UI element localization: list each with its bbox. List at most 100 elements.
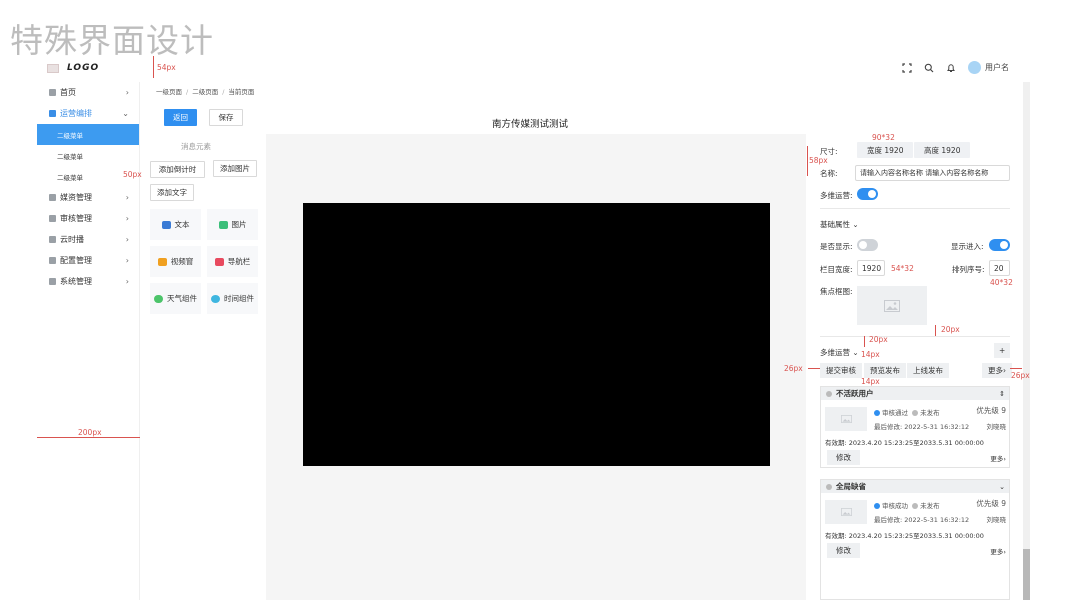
annotation-line <box>808 368 820 369</box>
online-publish-button[interactable]: 上线发布 <box>907 363 949 378</box>
annotation-20px-a: 20px <box>941 325 960 334</box>
card-thumbnail <box>825 500 867 524</box>
name-label: 名称: <box>820 169 838 178</box>
search-icon[interactable] <box>924 63 934 73</box>
canvas-screen[interactable] <box>303 203 770 466</box>
sidebar-item-review[interactable]: 审核管理 › <box>37 208 139 229</box>
breadcrumb-item[interactable]: 一级页面 <box>156 88 182 96</box>
clock-icon <box>211 294 220 303</box>
width-tag[interactable]: 宽度 1920 <box>857 142 914 158</box>
sidebar-item-label: 审核管理 <box>60 214 92 223</box>
annotation-26px-b: 26px <box>1011 371 1030 380</box>
sidebar-item-config[interactable]: 配置管理 › <box>37 250 139 271</box>
order-input[interactable]: 20 <box>989 260 1010 276</box>
more-label: 更多 <box>988 366 1003 375</box>
card-title: 不活跃用户 <box>836 389 874 398</box>
review-status: 审核通过 <box>882 409 908 417</box>
basic-attr-toggle[interactable]: 基础属性 ⌄ <box>820 219 859 230</box>
sidebar-subitem-2[interactable]: 二级菜单 <box>37 145 139 166</box>
component-label: 文本 <box>174 220 190 229</box>
user-menu[interactable]: 用户名 <box>968 61 1009 74</box>
fullscreen-icon[interactable] <box>902 62 912 73</box>
more-button[interactable]: 更多 › <box>982 363 1012 378</box>
add-button[interactable]: + <box>994 343 1011 358</box>
edit-button[interactable]: 修改 <box>827 543 860 558</box>
author: 刘晓晓 <box>986 516 1007 524</box>
review-status: 审核成功 <box>882 502 908 510</box>
sidebar-item-media[interactable]: 媒资管理 › <box>37 187 139 208</box>
add-text-button[interactable]: 添加文字 <box>150 184 194 201</box>
annotation-200px: 200px <box>78 428 102 437</box>
component-weather[interactable]: 天气组件 <box>150 283 201 314</box>
bell-icon[interactable] <box>946 63 956 73</box>
preview-publish-button[interactable]: 预览发布 <box>864 363 906 378</box>
component-label: 导航栏 <box>227 257 251 266</box>
scrollbar-thumb[interactable] <box>1023 549 1030 600</box>
add-countdown-button[interactable]: 添加倒计时 <box>150 161 205 178</box>
is-show-switch[interactable] <box>857 239 878 251</box>
annotation-line <box>153 56 154 78</box>
chevron-right-icon: › <box>125 193 129 202</box>
sidebar-item-system[interactable]: 系统管理 › <box>37 271 139 292</box>
section-label: 消息元素 <box>181 142 211 151</box>
scrollbar-track[interactable] <box>1023 82 1030 600</box>
card-header[interactable]: 全局缺省 ⌄ <box>821 480 1009 493</box>
author: 刘晓晓 <box>986 423 1007 431</box>
submit-review-button[interactable]: 提交审核 <box>820 363 862 378</box>
chevron-down-icon[interactable]: ⌄ <box>999 483 1005 491</box>
component-text[interactable]: 文本 <box>150 209 201 240</box>
media-icon <box>49 194 56 201</box>
component-video[interactable]: 视频窗 <box>150 246 201 277</box>
multi-section-toggle[interactable]: 多维运营 ⌄ <box>820 347 859 358</box>
config-icon <box>49 257 56 264</box>
focus-image-placeholder[interactable] <box>857 286 927 325</box>
header-actions: 用户名 <box>902 61 1009 74</box>
cloud-tv-icon <box>49 236 56 243</box>
breadcrumb: 一级页面 / 二级页面 / 当前页面 <box>156 88 255 96</box>
home-icon <box>49 89 56 96</box>
card-title: 全局缺省 <box>836 482 866 491</box>
annotation-54px: 54px <box>157 63 176 72</box>
card-more-button[interactable]: 更多› <box>990 453 1006 463</box>
col-width-input[interactable]: 1920 <box>857 260 885 276</box>
divider <box>820 336 1010 337</box>
priority: 优先级 9 <box>976 499 1006 508</box>
last-modified: 最后修改: 2022-5-31 16:32:12 <box>874 423 970 431</box>
add-image-button[interactable]: 添加图片 <box>213 160 257 177</box>
show-enter-switch[interactable] <box>989 239 1010 251</box>
component-time[interactable]: 时间组件 <box>207 283 258 314</box>
strategy-card[interactable]: 全局缺省 ⌄ 审核成功 未发布 优先级 9 最后修改: 2022-5-31 16:… <box>820 479 1010 600</box>
breadcrumb-item[interactable]: 二级页面 <box>192 88 218 96</box>
card-more-button[interactable]: 更多› <box>990 546 1006 556</box>
back-button[interactable]: 返回 <box>164 109 197 126</box>
bookmark-icon <box>214 257 224 266</box>
sidebar-item-cloud[interactable]: 云时播 › <box>37 229 139 250</box>
name-input[interactable]: 请输入内容名称名称 请输入内容名称名称 <box>855 165 1010 181</box>
card-header[interactable]: 不活跃用户 ⇕ <box>821 387 1009 400</box>
component-image[interactable]: 图片 <box>207 209 258 240</box>
page-title: 特殊界面设计 <box>10 21 214 60</box>
sidebar-subitem-1[interactable]: 二级菜单 <box>37 124 139 145</box>
component-nav[interactable]: 导航栏 <box>207 246 258 277</box>
multi-op-switch[interactable] <box>857 188 878 200</box>
sidebar-item-label: 首页 <box>60 88 76 97</box>
sidebar-item-label: 云时播 <box>60 235 84 244</box>
height-tag[interactable]: 高度 1920 <box>914 142 971 158</box>
cloud-icon <box>154 294 163 303</box>
chevron-right-icon: › <box>125 256 129 265</box>
save-button[interactable]: 保存 <box>209 109 243 126</box>
sidebar-item-operations[interactable]: 运营编排 ⌄ <box>37 103 139 124</box>
canvas-title: 南方传媒测试测试 <box>491 119 568 130</box>
text-icon <box>161 220 171 229</box>
validity: 有效期: 2023.4.20 15:23:25至2033.5.31 00:00:… <box>825 439 984 447</box>
sidebar-item-home[interactable]: 首页 › <box>37 82 139 103</box>
more-label: 更多 <box>990 455 1004 463</box>
strategy-card[interactable]: 不活跃用户 ⇕ 审核通过 未发布 优先级 9 最后修改: 2022-5-31 16… <box>820 386 1010 468</box>
priority: 优先级 9 <box>976 406 1006 415</box>
focus-label: 焦点框图: <box>820 287 853 296</box>
sidebar-item-label: 运营编排 <box>60 109 92 118</box>
validity: 有效期: 2023.4.20 15:23:25至2033.5.31 00:00:… <box>825 532 984 540</box>
sort-icon[interactable]: ⇕ <box>999 390 1005 398</box>
logo-mark <box>47 63 59 73</box>
edit-button[interactable]: 修改 <box>827 450 860 465</box>
